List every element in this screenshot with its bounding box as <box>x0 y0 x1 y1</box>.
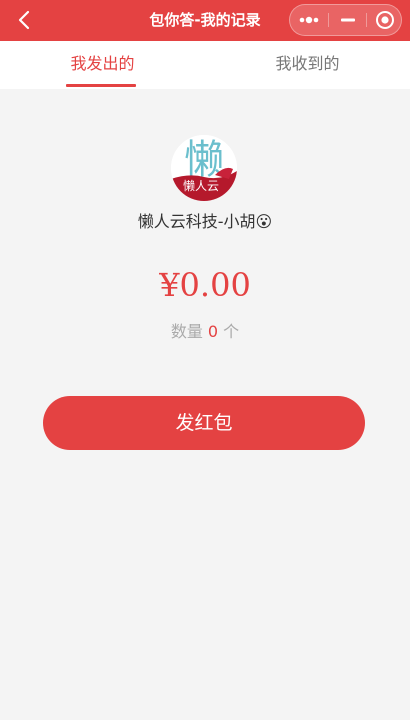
send-red-packet-button[interactable]: 发红包 <box>43 396 365 450</box>
close-button[interactable] <box>366 5 403 35</box>
minimize-button[interactable] <box>329 5 366 35</box>
back-button[interactable] <box>14 9 36 31</box>
avatar: 懒 懒人云 <box>171 135 237 201</box>
tab-received[interactable]: 我收到的 <box>205 41 410 89</box>
total-amount: ¥0.00 <box>159 266 251 304</box>
target-close-icon <box>375 11 394 29</box>
record-tabs: 我发出的 我收到的 <box>0 41 410 89</box>
count-unit: 个 <box>223 322 240 341</box>
count-summary: 数量 0 个 <box>0 318 410 342</box>
tab-sent[interactable]: 我发出的 <box>0 41 205 89</box>
count-value: 0 <box>207 322 219 341</box>
avatar-subtext: 懒人云 <box>183 179 219 193</box>
active-tab-indicator <box>66 84 136 87</box>
username: 懒人云科技-小胡😮 <box>137 212 273 231</box>
more-dots-icon <box>299 16 318 24</box>
minimize-icon <box>340 18 355 22</box>
avatar-logo: 懒 懒人云 <box>171 135 237 201</box>
chevron-left-icon <box>18 10 30 30</box>
mini-program-capsule <box>289 4 402 36</box>
count-label: 数量 <box>170 322 203 341</box>
more-button[interactable] <box>290 5 327 35</box>
navigation-bar: 包你答-我的记录 <box>0 0 410 41</box>
